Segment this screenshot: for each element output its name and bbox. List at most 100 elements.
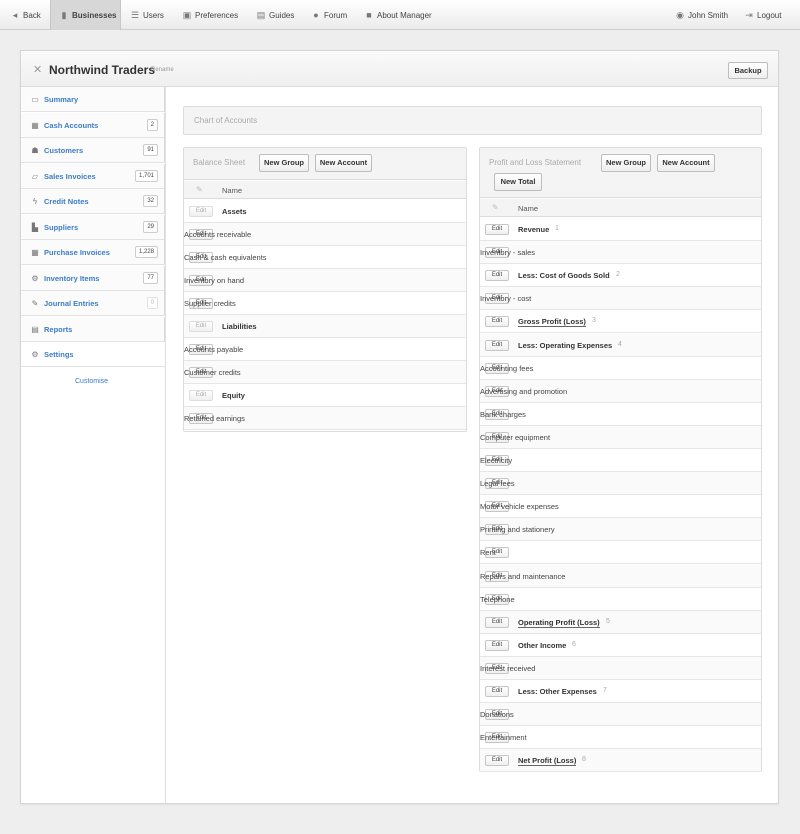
table-row: Edit Net Profit (Loss) 8 bbox=[480, 749, 761, 773]
table-row: Edit Donations bbox=[480, 703, 761, 727]
sidebar-item-label: Purchase Invoices bbox=[44, 248, 110, 257]
group-name: Equity bbox=[222, 391, 245, 400]
nav-guides-label: Guides bbox=[269, 11, 295, 20]
account-name: Customer credits bbox=[184, 368, 241, 377]
logout-button[interactable]: ⇥ Logout bbox=[744, 0, 781, 30]
sidebar-item-settings[interactable]: ⚙ Settings bbox=[21, 342, 165, 367]
sidebar-item-suppliers[interactable]: ▙ Suppliers 29 bbox=[21, 214, 165, 240]
edit-button[interactable]: Edit bbox=[189, 206, 213, 217]
lightning-icon: ϟ bbox=[32, 197, 38, 206]
inbox-icon: ▱ bbox=[31, 171, 39, 181]
table-row: Edit Electricity bbox=[480, 449, 761, 473]
table-row: Edit Less: Operating Expenses 4 bbox=[480, 333, 761, 357]
nav-guides[interactable]: ▤ Guides bbox=[256, 0, 295, 30]
back-button[interactable]: ◂ Back bbox=[10, 0, 41, 30]
table-row: Edit Equity bbox=[184, 384, 466, 407]
edit-button[interactable]: Edit bbox=[485, 316, 509, 328]
manager-logo-icon: ■ bbox=[366, 10, 372, 20]
bs-new-account-button[interactable]: New Account bbox=[315, 154, 372, 172]
sidebar-item-reports[interactable]: ▤ Reports bbox=[21, 316, 165, 342]
sidebar-item-label: Cash Accounts bbox=[44, 120, 99, 130]
profit-loss-header: Profit and Loss Statement New Group New … bbox=[480, 148, 761, 198]
account-name: Cash & cash equivalents bbox=[184, 253, 267, 262]
customise-link[interactable]: Customise bbox=[75, 378, 108, 385]
account-name: Accounts receivable bbox=[184, 230, 252, 239]
account-name: Accounting fees bbox=[480, 363, 534, 373]
pl-new-group-button[interactable]: New Group bbox=[601, 154, 651, 172]
sidebar-item-count: 0 bbox=[146, 297, 158, 309]
account-name: Accounts payable bbox=[184, 345, 244, 354]
group-name: Less: Other Expenses bbox=[518, 687, 597, 696]
guides-icon: ▤ bbox=[256, 10, 266, 20]
row-order-number: 8 bbox=[582, 756, 586, 764]
cash-icon: ▦ bbox=[31, 120, 39, 130]
table-row: Edit Repairs and maintenance bbox=[480, 564, 761, 588]
row-order-number: 5 bbox=[606, 617, 610, 625]
table-row: Edit Printing and stationery bbox=[480, 518, 761, 542]
table-row: Edit Bank charges bbox=[480, 403, 761, 426]
sidebar-item-sales-invoices[interactable]: ▱ Sales Invoices 1,701 bbox=[21, 163, 165, 189]
user-icon: ◉ bbox=[676, 10, 684, 20]
sidebar-item-journal-entries[interactable]: ✎ Journal Entries 0 bbox=[21, 291, 165, 316]
edit-button[interactable]: Edit bbox=[485, 616, 509, 628]
account-name: Motor vehicle expenses bbox=[480, 502, 559, 512]
sidebar-item-customers[interactable]: ☗ Customers 91 bbox=[21, 138, 165, 163]
sidebar-item-cash-accounts[interactable]: ▦ Cash Accounts 2 bbox=[21, 112, 165, 138]
sidebar-item-purchase-invoices[interactable]: ▦ Purchase Invoices 1,228 bbox=[21, 240, 165, 265]
bs-table-header: ✎ Name bbox=[184, 181, 466, 199]
edit-button[interactable]: Edit bbox=[485, 639, 509, 651]
total-name: Gross Profit (Loss) bbox=[518, 317, 586, 328]
nav-about-manager[interactable]: ■ About Manager bbox=[364, 0, 432, 30]
account-name: Repairs and maintenance bbox=[480, 571, 566, 581]
table-row: Edit Liabilities bbox=[184, 315, 466, 338]
bs-name-header: Name bbox=[222, 186, 243, 195]
main-content: Chart of Accounts Balance Sheet New Grou… bbox=[165, 87, 779, 803]
backup-button[interactable]: Backup bbox=[728, 62, 768, 79]
edit-button[interactable]: Edit bbox=[485, 755, 509, 767]
total-name: Operating Profit (Loss) bbox=[518, 617, 600, 628]
nav-preferences-label: Preferences bbox=[195, 11, 239, 20]
calendar-icon: ▦ bbox=[31, 248, 39, 257]
account-name: Interest received bbox=[480, 663, 536, 673]
close-icon[interactable]: ✕ bbox=[33, 63, 42, 76]
pl-name-header: Name bbox=[518, 204, 539, 213]
edit-button[interactable]: Edit bbox=[485, 339, 509, 351]
table-row: Edit Inventory - cost bbox=[480, 287, 761, 311]
users-icon: ☰ bbox=[130, 10, 140, 20]
table-row: Edit Interest received bbox=[480, 656, 761, 680]
nav-businesses[interactable]: ▮ Businesses bbox=[50, 0, 121, 30]
nav-users[interactable]: ☰ Users bbox=[130, 0, 164, 30]
edit-button[interactable]: Edit bbox=[485, 224, 509, 235]
group-name: Other Income bbox=[518, 640, 567, 650]
edit-button[interactable]: Edit bbox=[189, 390, 213, 401]
account-name: Rent bbox=[480, 548, 496, 558]
account-name: Bank charges bbox=[480, 409, 526, 419]
table-row: Edit Telephone bbox=[480, 588, 761, 611]
total-name: Net Profit (Loss) bbox=[518, 756, 577, 767]
edit-button[interactable]: Edit bbox=[189, 321, 213, 332]
sidebar-item-count: 32 bbox=[143, 195, 158, 207]
sidebar-item-summary[interactable]: ▭ Summary bbox=[21, 87, 165, 112]
table-row: Edit Entertainment bbox=[480, 726, 761, 750]
table-row: Edit Cash & cash equivalents bbox=[184, 246, 466, 269]
account-name: Supplier credits bbox=[184, 299, 236, 308]
sidebar-item-label: Inventory Items bbox=[44, 273, 100, 283]
table-row: Edit Operating Profit (Loss) 5 bbox=[480, 610, 761, 634]
edit-button[interactable]: Edit bbox=[485, 270, 509, 282]
pl-new-account-button[interactable]: New Account bbox=[657, 154, 715, 172]
user-menu[interactable]: ◉ John Smith bbox=[675, 0, 728, 30]
table-row: Edit Accounting fees bbox=[480, 357, 761, 380]
people-icon: ☗ bbox=[31, 146, 39, 155]
profit-loss-title: Profit and Loss Statement bbox=[489, 158, 582, 167]
sidebar-item-inventory-items[interactable]: ⚙ Inventory Items 77 bbox=[21, 265, 165, 291]
nav-forum[interactable]: ● Forum bbox=[311, 0, 347, 30]
nav-preferences[interactable]: ▣ Preferences bbox=[182, 0, 238, 30]
rename-link[interactable]: Rename bbox=[151, 67, 174, 73]
sidebar-item-credit-notes[interactable]: ϟ Credit Notes 32 bbox=[21, 189, 165, 214]
bs-new-group-button[interactable]: New Group bbox=[259, 154, 309, 172]
edit-button[interactable]: Edit bbox=[485, 686, 509, 697]
account-name: Inventory on hand bbox=[184, 276, 245, 285]
nav-about-label: About Manager bbox=[377, 11, 432, 20]
group-name: Liabilities bbox=[222, 322, 257, 331]
pl-new-total-button[interactable]: New Total bbox=[494, 173, 542, 191]
